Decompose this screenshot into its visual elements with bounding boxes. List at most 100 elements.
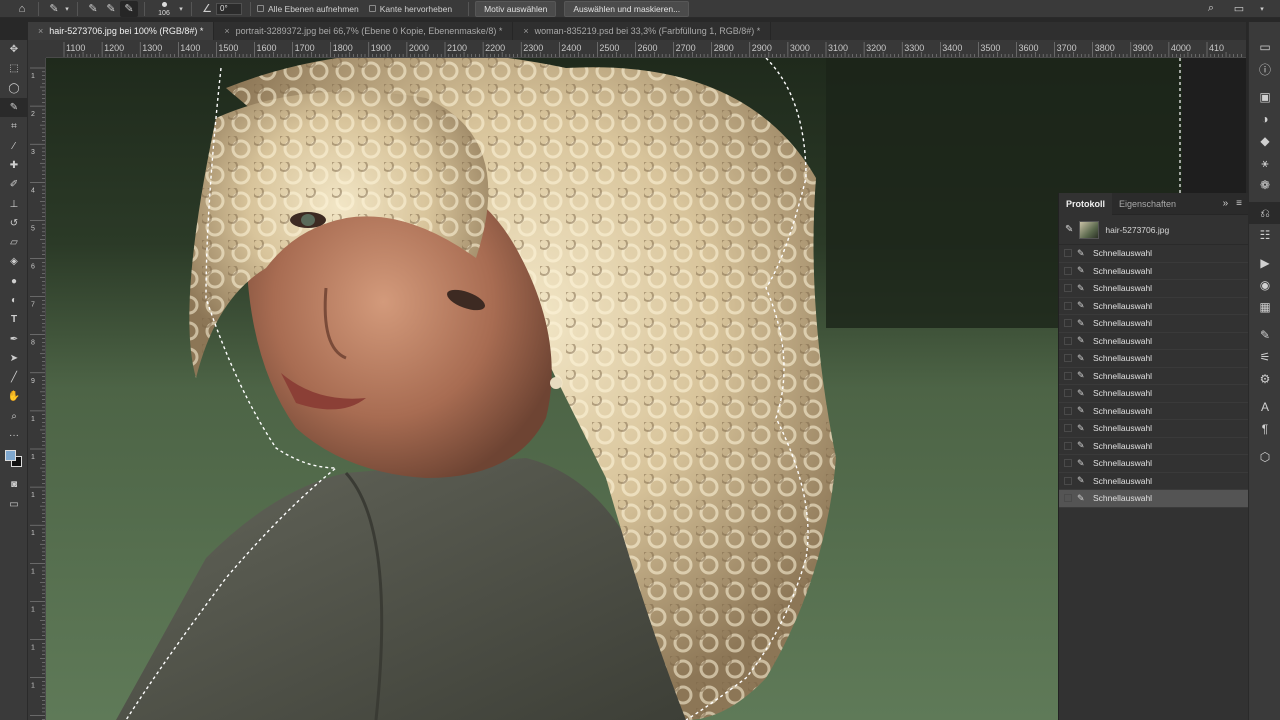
- collapse-panel-icon[interactable]: »: [1223, 198, 1229, 209]
- subtract-from-selection-icon[interactable]: ✎: [120, 0, 138, 17]
- history-source-checkbox[interactable]: [1059, 249, 1077, 258]
- more-tools-icon[interactable]: ···: [0, 426, 28, 445]
- quick-selection-preset-icon[interactable]: ✎: [45, 1, 63, 17]
- document-tab[interactable]: × woman-835219.psd bei 33,3% (Farbfüllun…: [513, 22, 772, 40]
- paint-bucket-tool-icon[interactable]: ◈: [0, 252, 28, 271]
- history-icon[interactable]: ⎌: [1249, 202, 1280, 224]
- channels-icon[interactable]: ❁: [1249, 174, 1280, 196]
- history-source-checkbox[interactable]: [1059, 476, 1077, 485]
- tool-presets-icon[interactable]: ⚙: [1249, 368, 1280, 390]
- tab-properties[interactable]: Eigenschaften: [1112, 193, 1183, 215]
- angle-input[interactable]: 0°: [216, 2, 242, 15]
- tab-history[interactable]: Protokoll: [1059, 192, 1113, 215]
- info-icon[interactable]: ⓘ: [1249, 58, 1280, 80]
- hand-tool-icon[interactable]: ✋: [0, 387, 28, 406]
- history-state-row[interactable]: ✎ Schnellauswahl: [1059, 473, 1248, 490]
- brush-size-picker[interactable]: 106: [151, 1, 177, 17]
- history-state-row[interactable]: ✎ Schnellauswahl: [1059, 245, 1248, 263]
- checkbox-box[interactable]: [257, 5, 264, 12]
- libraries-icon[interactable]: ▣: [1249, 86, 1280, 108]
- move-tool-icon[interactable]: ✥: [0, 40, 28, 59]
- line-tool-icon[interactable]: ╱: [0, 368, 28, 387]
- history-state-row[interactable]: ✎ Schnellauswahl: [1059, 263, 1248, 280]
- history-source-checkbox[interactable]: [1059, 406, 1077, 415]
- home-icon[interactable]: ⌂: [12, 1, 32, 17]
- history-state-row[interactable]: ✎ Schnellauswahl: [1059, 368, 1248, 385]
- blur-tool-icon[interactable]: ●: [0, 272, 28, 291]
- actions-play-icon[interactable]: ▶: [1249, 252, 1280, 274]
- new-selection-icon[interactable]: ✎: [84, 1, 102, 17]
- character-icon[interactable]: A: [1249, 396, 1280, 418]
- workspace-icon[interactable]: ▭: [1230, 1, 1248, 17]
- history-panel-icon[interactable]: ▭: [1249, 36, 1280, 58]
- history-source-checkbox[interactable]: [1059, 494, 1077, 503]
- history-state-row[interactable]: ✎ Schnellauswahl: [1059, 420, 1248, 438]
- history-source-checkbox[interactable]: [1059, 319, 1077, 328]
- properties-icon[interactable]: ☷: [1249, 224, 1280, 246]
- history-source-checkbox[interactable]: [1059, 441, 1077, 450]
- history-state-row[interactable]: ✎ Schnellauswahl: [1059, 385, 1248, 403]
- checkbox-box[interactable]: [368, 5, 376, 12]
- history-state-row[interactable]: ✎ Schnellauswahl: [1059, 455, 1248, 473]
- history-source-checkbox[interactable]: [1059, 284, 1077, 293]
- 3d-icon[interactable]: ⬡: [1249, 446, 1280, 468]
- dodge-tool-icon[interactable]: ◐: [0, 291, 28, 310]
- select-and-mask-button[interactable]: Auswählen und maskieren...: [564, 0, 690, 17]
- eraser-tool-icon[interactable]: ▱: [0, 233, 28, 252]
- history-source-checkbox[interactable]: [1059, 459, 1077, 468]
- history-state-row[interactable]: ✎ Schnellauswahl: [1059, 315, 1248, 333]
- history-brush-tool-icon[interactable]: ↺: [0, 214, 28, 233]
- marquee-tool-icon[interactable]: ⬚: [0, 59, 28, 78]
- history-source-checkbox[interactable]: [1059, 354, 1077, 363]
- history-source-checkbox[interactable]: [1059, 336, 1077, 345]
- zoom-tool-icon[interactable]: ⌕: [0, 407, 28, 426]
- add-to-selection-icon[interactable]: ✎: [102, 1, 120, 17]
- chevron-down-icon[interactable]: ▾: [63, 1, 71, 17]
- history-source-checkbox[interactable]: [1059, 301, 1077, 310]
- layers-icon[interactable]: ◆: [1249, 130, 1280, 152]
- close-tab-icon[interactable]: ×: [523, 26, 528, 36]
- history-source-checkbox[interactable]: [1059, 266, 1077, 275]
- paths-icon[interactable]: ⚹: [1249, 152, 1280, 174]
- crop-tool-icon[interactable]: ⌗: [0, 117, 28, 136]
- lasso-tool-icon[interactable]: ◯: [0, 79, 28, 98]
- history-source-checkbox[interactable]: [1059, 424, 1077, 433]
- quick-mask-icon[interactable]: ◙: [0, 475, 28, 494]
- select-subject-button[interactable]: Motiv auswählen: [475, 0, 557, 17]
- panel-menu-icon[interactable]: ≡: [1236, 198, 1242, 209]
- history-source-brush-icon[interactable]: ✎: [1065, 224, 1073, 235]
- close-tab-icon[interactable]: ×: [224, 26, 229, 36]
- swatches-icon[interactable]: ▦: [1249, 296, 1280, 318]
- document-tab[interactable]: × portrait-3289372.jpg bei 66,7% (Ebene …: [214, 22, 514, 40]
- enhance-edge-checkbox[interactable]: Kante hervorheben: [368, 4, 452, 14]
- pen-tool-icon[interactable]: ✒: [0, 329, 28, 348]
- path-selection-tool-icon[interactable]: ➤: [0, 349, 28, 368]
- brushes-icon[interactable]: ✎: [1249, 324, 1280, 346]
- color-icon[interactable]: ◉: [1249, 274, 1280, 296]
- snapshot-row[interactable]: ✎ hair-5273706.jpg: [1059, 215, 1248, 245]
- history-state-row[interactable]: ✎ Schnellauswahl: [1059, 298, 1248, 315]
- type-tool-icon[interactable]: T: [0, 310, 28, 329]
- chevron-down-icon[interactable]: ▾: [1258, 1, 1266, 17]
- color-swatches[interactable]: [0, 445, 28, 475]
- quick-selection-tool-icon[interactable]: ✎: [0, 97, 28, 118]
- history-state-row[interactable]: ✎ Schnellauswahl: [1059, 403, 1248, 420]
- history-state-row[interactable]: ✎ Schnellauswahl: [1059, 350, 1248, 368]
- foreground-color-swatch[interactable]: [5, 450, 16, 462]
- history-state-row[interactable]: ✎ Schnellauswahl: [1059, 333, 1248, 350]
- history-state-row[interactable]: ✎ Schnellauswahl: [1059, 280, 1248, 298]
- history-source-checkbox[interactable]: [1059, 371, 1077, 380]
- eyedropper-tool-icon[interactable]: ⁄: [0, 136, 28, 155]
- adjustments-icon[interactable]: ◑: [1249, 108, 1280, 130]
- document-tab[interactable]: × hair-5273706.jpg bei 100% (RGB/8#) *: [28, 22, 215, 40]
- history-state-row[interactable]: ✎ Schnellauswahl: [1059, 438, 1248, 455]
- brush-tool-icon[interactable]: ✐: [0, 175, 28, 194]
- brush-settings-icon[interactable]: ⚟: [1249, 346, 1280, 368]
- close-tab-icon[interactable]: ×: [38, 26, 43, 36]
- screen-mode-icon[interactable]: ▭: [0, 495, 28, 514]
- sample-all-layers-checkbox[interactable]: Alle Ebenen aufnehmen: [257, 4, 359, 14]
- history-state-row[interactable]: ✎ Schnellauswahl: [1059, 490, 1248, 508]
- chevron-down-icon[interactable]: ▾: [177, 1, 185, 17]
- paragraph-icon[interactable]: ¶: [1249, 418, 1280, 440]
- search-icon[interactable]: ⌕: [1202, 1, 1220, 17]
